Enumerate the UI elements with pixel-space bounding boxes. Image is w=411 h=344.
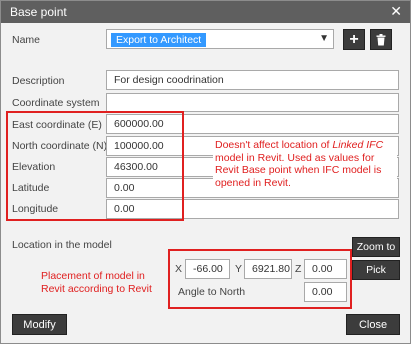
x-label: X	[175, 263, 183, 275]
plus-icon: +	[349, 30, 359, 48]
z-label: Z	[295, 263, 302, 275]
y-label: Y	[235, 263, 243, 275]
name-dropdown[interactable]: Export to Architect ▼	[106, 29, 334, 49]
z-field[interactable]: 0.00	[304, 259, 347, 279]
y-field[interactable]: 6921.80	[244, 259, 292, 279]
name-label: Name	[12, 34, 41, 46]
location-label: Location in the model	[12, 239, 112, 251]
chevron-down-icon: ▼	[319, 33, 329, 44]
coordinate-system-field[interactable]	[106, 93, 399, 112]
description-label: Description	[12, 75, 65, 87]
modify-button[interactable]: Modify	[12, 314, 67, 335]
base-point-dialog: Base point ✕ Name Export to Architect ▼ …	[0, 0, 411, 344]
dialog-title: Base point	[10, 5, 67, 19]
angle-to-north-label: Angle to North	[178, 286, 246, 298]
placement-annotation-note: Placement of model in Revit according to…	[41, 270, 152, 295]
zoom-to-button[interactable]: Zoom to	[352, 237, 400, 257]
title-bar: Base point ✕	[1, 1, 410, 23]
trash-icon	[376, 33, 386, 45]
description-field[interactable]: For design coodrination	[106, 70, 399, 90]
ifc-note-text-1: Doesn't affect location of	[215, 139, 333, 151]
close-button[interactable]: Close	[346, 314, 400, 335]
close-icon[interactable]: ✕	[390, 3, 402, 20]
x-field[interactable]: -66.00	[185, 259, 230, 279]
delete-button[interactable]	[370, 29, 392, 50]
name-selected-value: Export to Architect	[111, 33, 207, 47]
coordinates-highlight-box	[6, 111, 184, 221]
add-button[interactable]: +	[343, 29, 365, 50]
angle-to-north-field[interactable]: 0.00	[304, 282, 347, 302]
ifc-note-text-2: model in Revit. Used as values for Revit…	[215, 151, 382, 189]
pick-button[interactable]: Pick	[352, 260, 400, 280]
ifc-note-italic: Linked IFC	[332, 139, 384, 151]
ifc-annotation-note: Doesn't affect location of Linked IFC mo…	[213, 138, 397, 190]
coordinate-system-label: Coordinate system	[12, 97, 100, 109]
